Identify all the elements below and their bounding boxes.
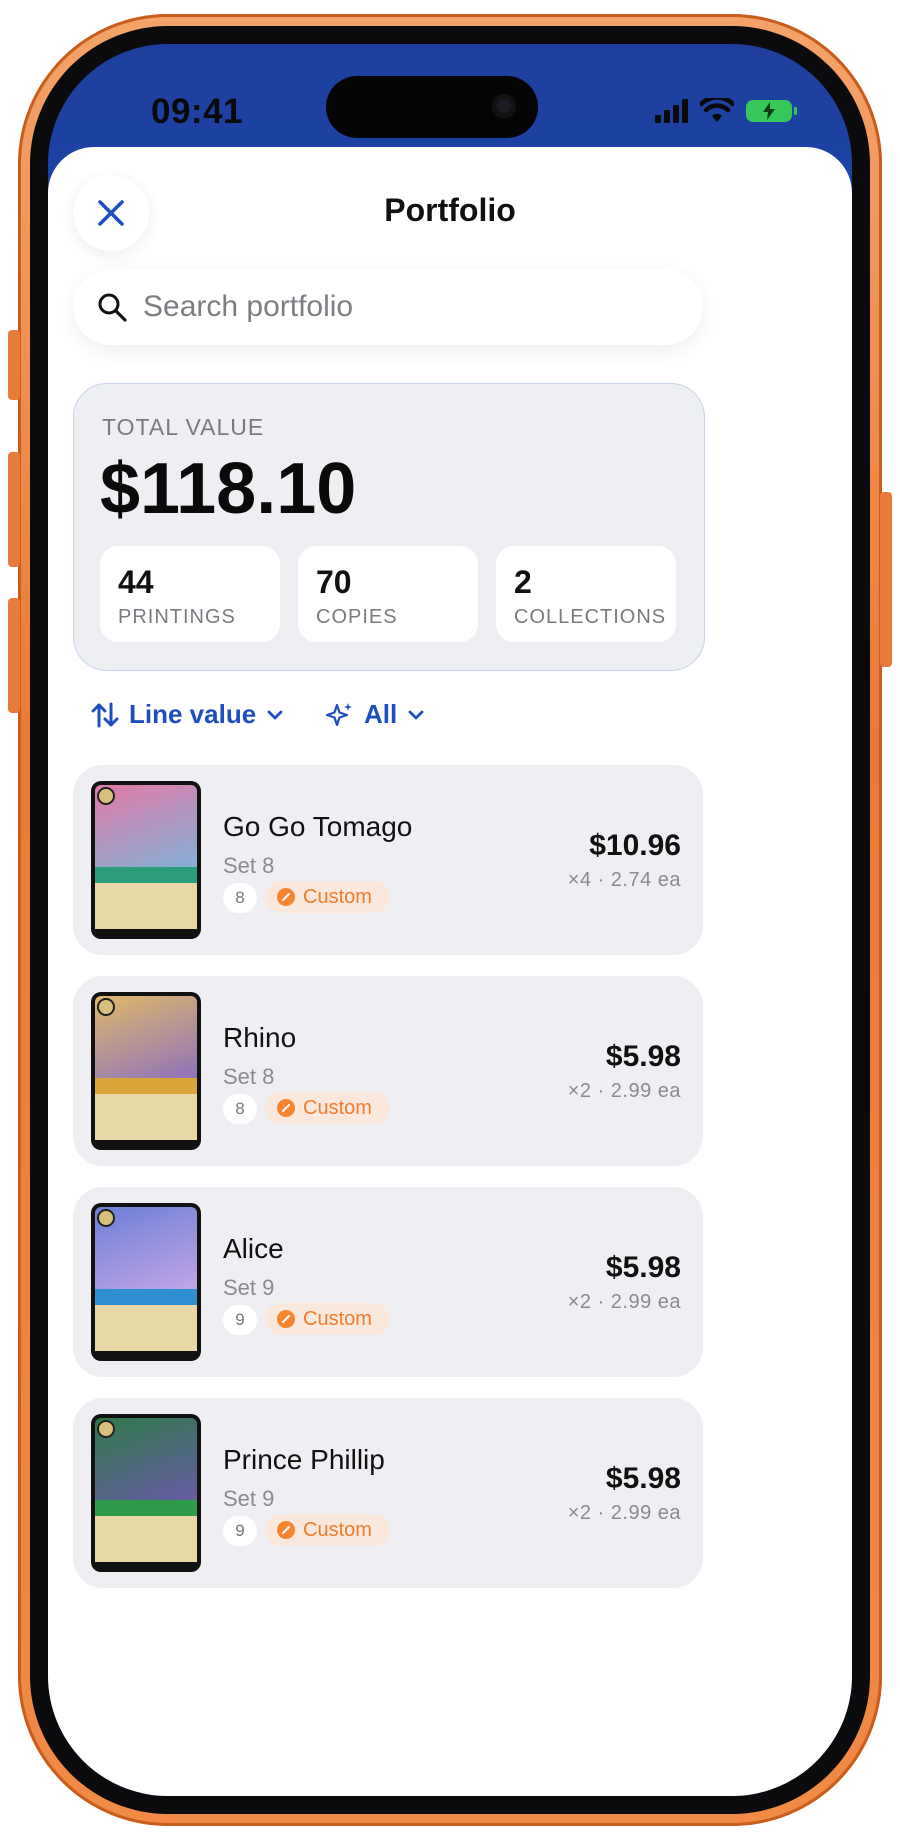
phone-screen: 09:41 Portfolio Search portfolio TOTAL V… <box>48 44 852 1796</box>
search-icon <box>95 290 129 324</box>
filter-bar: Line value All <box>73 699 713 739</box>
custom-tag-label: Custom <box>303 885 372 908</box>
cellular-signal-icon <box>655 99 688 123</box>
type-filter-label: All <box>364 699 398 729</box>
battery-charging-icon <box>746 100 797 122</box>
stat-value: 70 <box>316 564 352 600</box>
item-quantity: ×2 · 2.99 ea <box>567 1291 681 1313</box>
item-price: $10.96 <box>589 829 681 862</box>
card-thumbnail <box>91 992 201 1150</box>
card-thumbnail <box>91 1414 201 1572</box>
custom-tag-label: Custom <box>303 1096 372 1119</box>
sort-arrows-icon <box>91 702 119 727</box>
wifi-icon <box>700 98 734 122</box>
portfolio-sheet: Portfolio TOTAL VALUE $118.10 44 PRINTIN… <box>48 147 852 1796</box>
pencil-icon <box>277 888 295 906</box>
custom-tag-label: Custom <box>303 1307 372 1330</box>
pencil-icon <box>277 1099 295 1117</box>
item-price: $5.98 <box>605 1251 681 1284</box>
item-quantity: ×4 · 2.74 ea <box>567 869 681 891</box>
set-badge: 9 <box>223 1305 257 1335</box>
total-value-label: TOTAL VALUE <box>102 414 265 440</box>
search-input[interactable] <box>141 289 665 325</box>
set-badge: 8 <box>223 1094 257 1124</box>
chevron-down-icon <box>408 710 424 719</box>
item-price: $5.98 <box>605 1462 681 1495</box>
item-name: Alice <box>223 1233 284 1264</box>
status-icons <box>655 96 797 126</box>
item-set: Set 8 <box>223 1064 275 1089</box>
item-set: Set 8 <box>223 853 275 878</box>
stat-label: COPIES <box>316 606 398 628</box>
stat-copies: 70 COPIES <box>298 546 478 642</box>
camera-icon <box>492 94 516 118</box>
item-quantity: ×2 · 2.99 ea <box>567 1502 681 1524</box>
sort-dropdown[interactable]: Line value <box>91 699 284 730</box>
item-set: Set 9 <box>223 1275 275 1300</box>
set-badge: 8 <box>223 883 257 913</box>
portfolio-item[interactable]: Prince Phillip Set 9 9 Custom $5.98 ×2 ·… <box>73 1398 703 1588</box>
stat-value: 44 <box>118 564 154 600</box>
page-title: Portfolio <box>384 192 516 228</box>
item-name: Rhino <box>223 1022 297 1053</box>
sparkles-icon <box>326 702 352 726</box>
chevron-down-icon <box>267 710 283 719</box>
custom-tag: Custom <box>265 1303 390 1335</box>
total-value-amount: $118.10 <box>100 449 357 529</box>
action-button <box>8 330 20 400</box>
item-price: $5.98 <box>605 1040 681 1073</box>
set-badge: 9 <box>223 1516 257 1546</box>
stat-printings: 44 PRINTINGS <box>100 546 280 642</box>
portfolio-item[interactable]: Alice Set 9 9 Custom $5.98 ×2 · 2.99 ea <box>73 1187 703 1377</box>
item-name: Prince Phillip <box>223 1444 385 1475</box>
pencil-icon <box>277 1521 295 1539</box>
item-set: Set 9 <box>223 1486 275 1511</box>
custom-tag: Custom <box>265 881 390 913</box>
custom-tag: Custom <box>265 1514 390 1546</box>
portfolio-item[interactable]: Rhino Set 8 8 Custom $5.98 ×2 · 2.99 ea <box>73 976 703 1166</box>
volume-up-button <box>8 452 20 567</box>
pencil-icon <box>277 1310 295 1328</box>
status-time: 09:41 <box>151 92 244 131</box>
status-bar: 09:41 <box>48 44 852 164</box>
stat-label: COLLECTIONS <box>514 606 667 628</box>
volume-down-button <box>8 598 20 713</box>
item-name: Go Go Tomago <box>223 811 413 842</box>
stat-label: PRINTINGS <box>118 606 236 628</box>
stat-collections: 2 COLLECTIONS <box>496 546 676 642</box>
custom-tag: Custom <box>265 1092 390 1124</box>
type-filter-dropdown[interactable]: All <box>326 699 425 730</box>
portfolio-item[interactable]: Go Go Tomago Set 8 8 Custom $10.96 ×4 · … <box>73 765 703 955</box>
power-button <box>880 492 892 667</box>
card-thumbnail <box>91 781 201 939</box>
dynamic-island <box>326 76 538 138</box>
custom-tag-label: Custom <box>303 1518 372 1541</box>
search-bar[interactable] <box>73 269 703 345</box>
card-thumbnail <box>91 1203 201 1361</box>
stat-value: 2 <box>514 564 532 600</box>
total-value-card: TOTAL VALUE $118.10 44 PRINTINGS 70 COPI… <box>73 383 705 671</box>
item-quantity: ×2 · 2.99 ea <box>567 1080 681 1102</box>
sort-label: Line value <box>129 699 257 729</box>
